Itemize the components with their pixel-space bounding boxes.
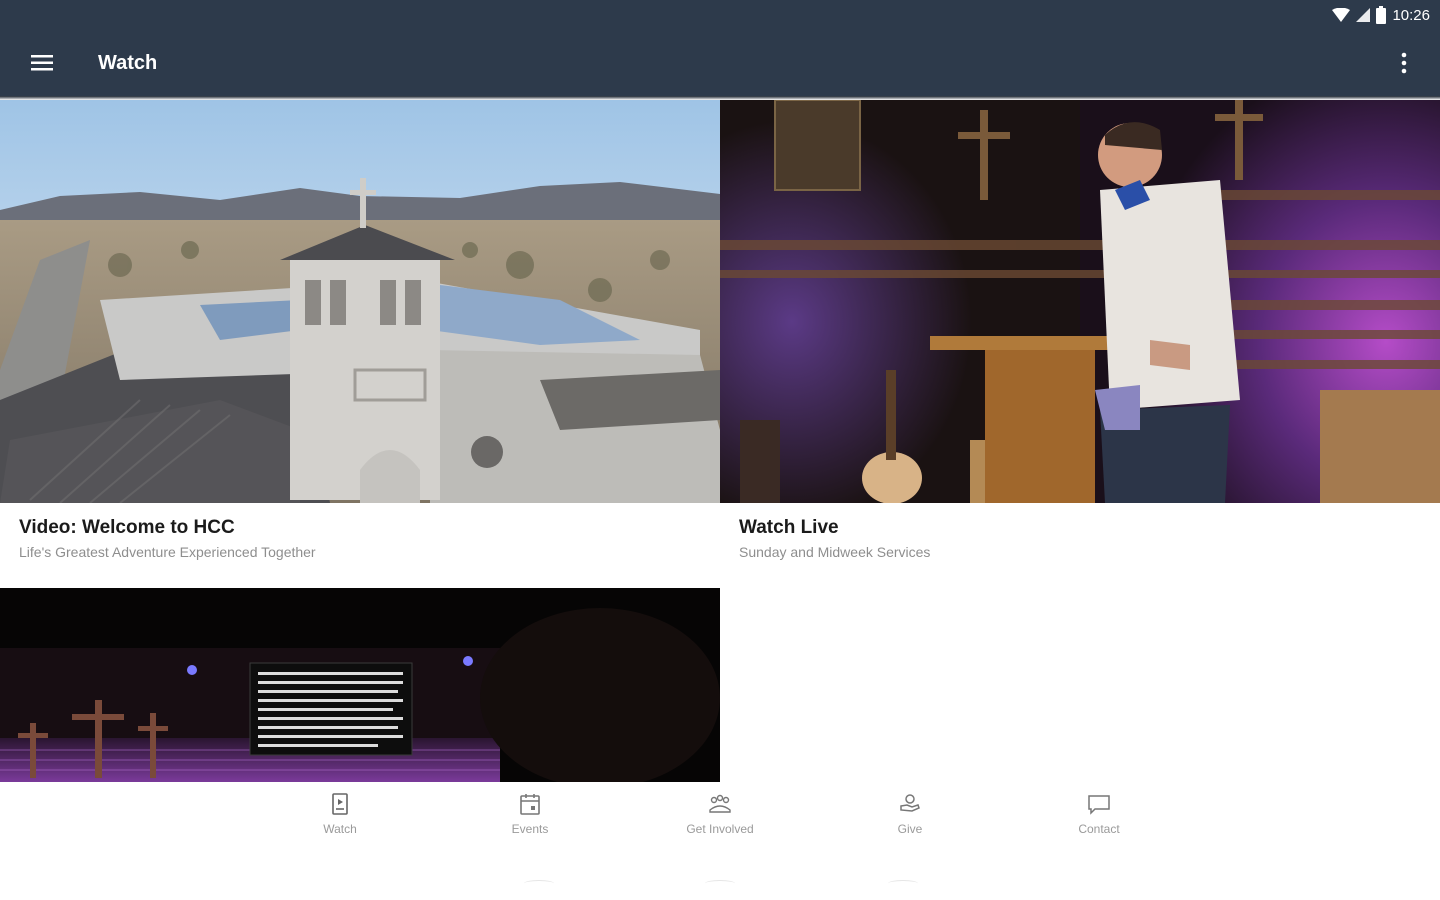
group-icon [709,794,731,813]
chat-bubble-icon [1088,795,1110,815]
page-title: Watch [98,52,158,74]
card-watch-live[interactable]: Watch Live Sunday and Midweek Services [720,100,1440,588]
give-hand-icon [900,794,920,812]
nav-label: Contact [1078,822,1120,836]
calendar-icon [520,794,540,815]
hamburger-menu-icon [31,55,53,71]
wifi-icon [1332,8,1351,22]
nav-label: Events [511,822,549,836]
nav-item-events[interactable]: Events [455,792,605,842]
church-aerial-photo [0,100,720,503]
watch-book-icon [332,793,348,815]
nav-item-watch[interactable]: Watch [265,792,415,842]
card-subtitle: Life's Greatest Adventure Experienced To… [19,544,316,560]
worship-stage-photo [0,588,720,782]
pastor-preaching-photo [720,100,1440,503]
nav-label: Get Involved [686,822,754,836]
card-subtitle: Sunday and Midweek Services [739,544,931,560]
overflow-menu-button[interactable] [1382,41,1426,85]
card-title: Video: Welcome to HCC [19,517,235,538]
nav-label: Give [897,822,923,836]
nav-hint-mark [524,880,554,887]
card-title: Watch Live [739,517,839,538]
status-time: 10:26 [1392,6,1430,24]
menu-button[interactable] [20,41,64,85]
card-welcome-video[interactable]: Video: Welcome to HCC Life's Greatest Ad… [0,100,720,588]
more-vert-icon [1401,52,1407,74]
status-bar: 10:26 [0,0,1440,30]
nav-item-contact[interactable]: Contact [1024,792,1174,842]
nav-hint-mark [705,880,735,887]
nav-hint-mark [888,880,918,887]
cell-signal-icon [1356,8,1371,22]
nav-item-give[interactable]: Give [835,792,985,842]
nav-label: Watch [323,822,357,836]
card-worship-stage[interactable] [0,588,720,782]
status-icons: 10:26 [1332,4,1430,26]
battery-icon [1376,6,1387,24]
nav-item-get-involved[interactable]: Get Involved [645,792,795,842]
app-bar: Watch [0,30,1440,96]
